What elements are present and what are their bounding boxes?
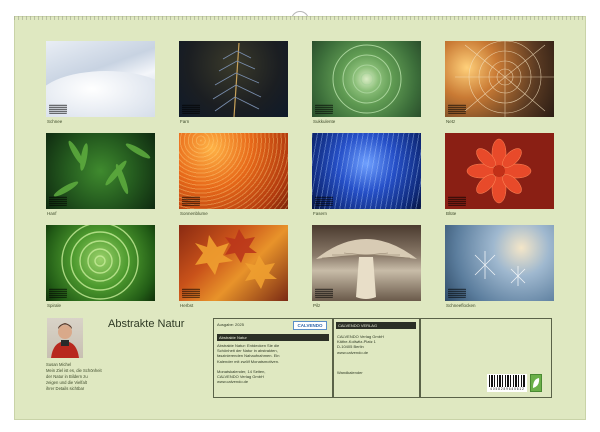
month-label: Schnee <box>47 119 63 124</box>
mini-calendar <box>49 288 67 298</box>
mini-calendar <box>315 104 333 114</box>
mini-calendar <box>182 196 200 206</box>
mini-calendar <box>315 288 333 298</box>
author-portrait <box>47 318 83 358</box>
mini-calendar <box>182 288 200 298</box>
description-line: www.calvendo.de <box>217 379 249 385</box>
month-photo-11 <box>312 225 421 301</box>
month-label: Pilz <box>313 303 321 308</box>
month-photo-8 <box>445 133 554 209</box>
month-label: Netz <box>446 119 456 124</box>
description-line: Kalender mit zwölf Monatsmotiven. <box>217 358 280 364</box>
month-photo-4 <box>445 41 554 117</box>
month-photo-3 <box>312 41 421 117</box>
month-photo-12 <box>445 225 554 301</box>
month-label: Farn <box>180 119 190 124</box>
publisher-block: CALVENDO Verlag GmbH Käthe-Kollwitz-Plat… <box>337 334 384 355</box>
description-block: Abstrakte Natur: Entdecken Sie die Schön… <box>217 343 280 384</box>
product-title-bar: Abstrakte Natur <box>217 334 329 341</box>
month-label: Spirale <box>47 303 62 308</box>
author-info: Susan Michel Mein Ziel ist es, die Schön… <box>46 362 106 392</box>
month-label: Hanf <box>47 211 57 216</box>
month-photo-10 <box>179 225 288 301</box>
calvendo-logo: CALVENDO <box>293 321 327 330</box>
mini-calendar <box>315 196 333 206</box>
mini-calendar <box>182 104 200 114</box>
month-label: Schneeflocken <box>446 303 476 308</box>
month-label: Herbst <box>180 303 194 308</box>
mini-calendar <box>448 288 466 298</box>
month-label: Fasern <box>313 211 328 216</box>
month-photo-1 <box>46 41 155 117</box>
publisher-line: www.calvendo.de <box>337 349 369 355</box>
mini-calendar <box>448 196 466 206</box>
spiral-binding <box>14 16 586 20</box>
month-photo-9 <box>46 225 155 301</box>
month-label: Blüte <box>446 211 457 216</box>
publisher-panel <box>333 318 420 398</box>
mini-calendar <box>448 104 466 114</box>
month-photo-6 <box>179 133 288 209</box>
eco-label-icon <box>530 374 542 392</box>
author-bio-line: ihrer Details sichtbar <box>46 386 85 391</box>
page-title: Abstrakte Natur <box>108 318 185 330</box>
person-icon <box>51 323 79 358</box>
publisher-heading: CALVENDO VERLAG <box>336 322 416 329</box>
description-line: faszinierenden Nahaufnahmen. Ein <box>217 353 280 359</box>
mini-calendar <box>49 196 67 206</box>
month-label: Sukkulente <box>313 119 336 124</box>
edition-label: Ausgabe: 2025 <box>217 322 244 327</box>
month-photo-2 <box>179 41 288 117</box>
month-photo-7 <box>312 133 421 209</box>
barcode-number: 4 0 5 8 2 8 9 6 4 0 6 1 2 <box>490 387 524 391</box>
mini-calendar <box>49 104 67 114</box>
month-photo-5 <box>46 133 155 209</box>
format-label: Wandkalender <box>337 370 363 375</box>
leaf-icon <box>533 378 540 388</box>
month-label: Sonnenblume <box>180 211 208 216</box>
barcode-bars <box>489 375 525 387</box>
barcode: 4 0 5 8 2 8 9 6 4 0 6 1 2 <box>487 374 527 392</box>
